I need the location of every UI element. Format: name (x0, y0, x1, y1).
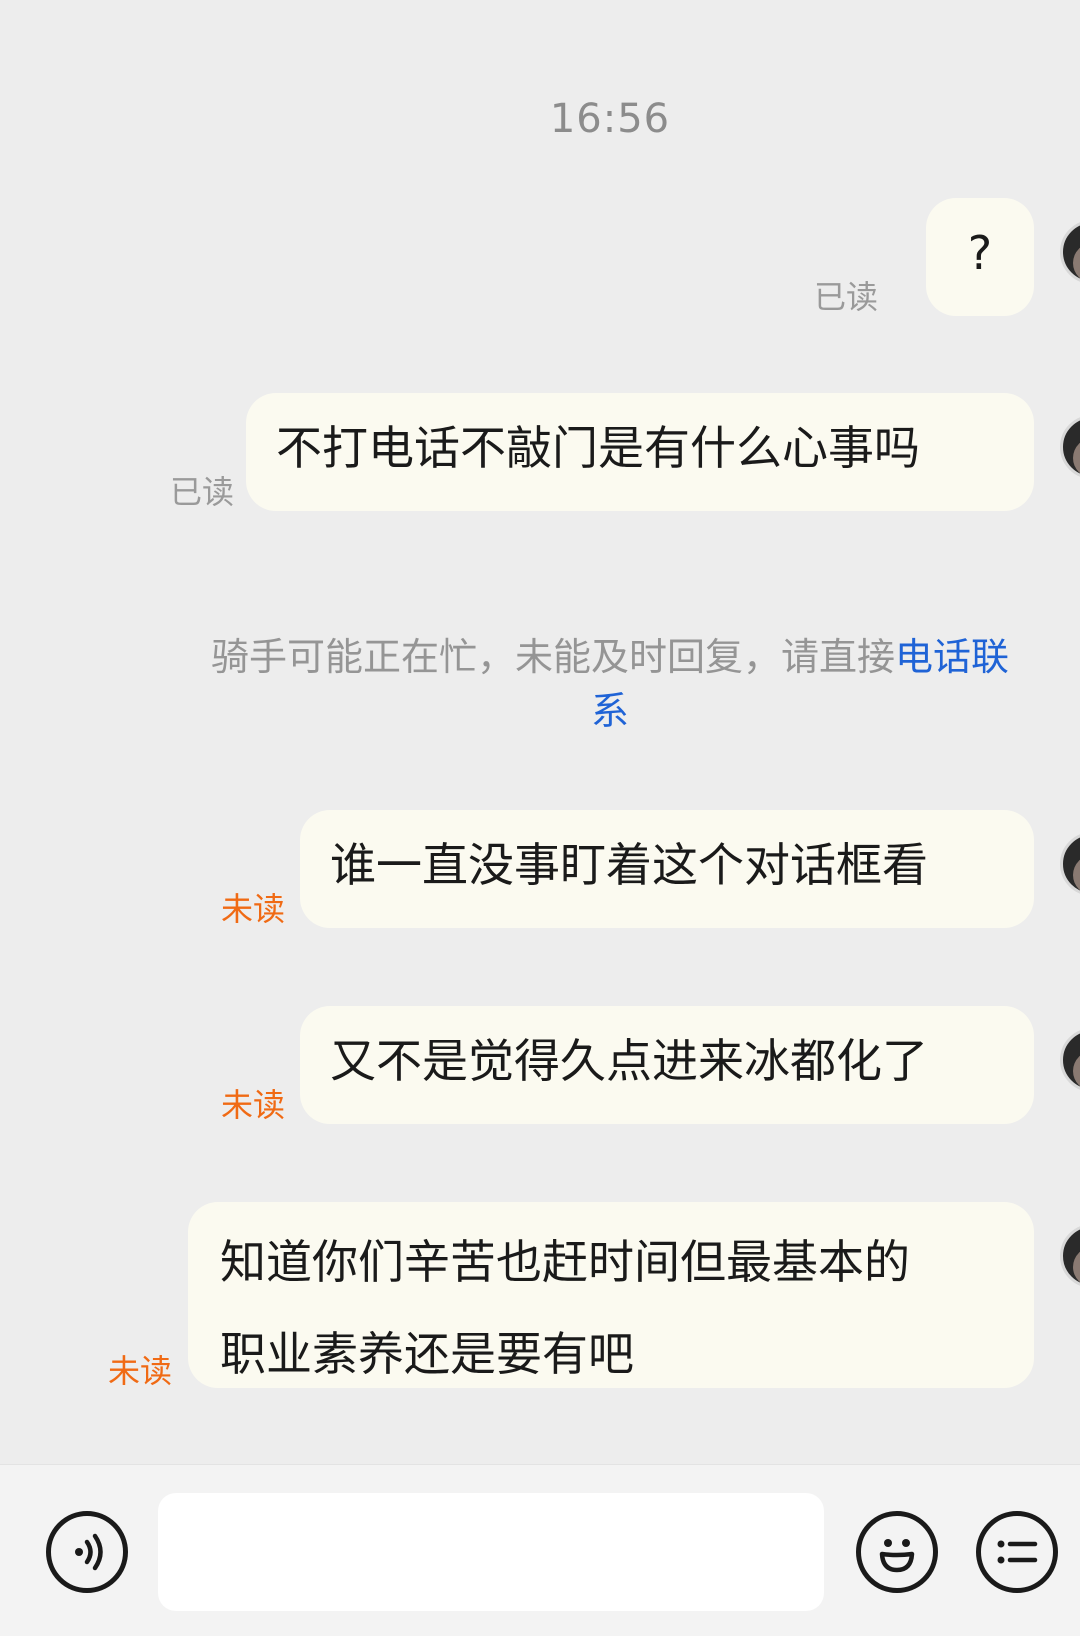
message-row: 未读 知道你们辛苦也赶时间但最基本的 职业素养还是要有吧 (0, 1202, 1080, 1390)
avatar[interactable] (1060, 1028, 1080, 1092)
message-text: 又不是觉得久点进来冰都化了 (330, 1034, 928, 1088)
message-bubble[interactable]: 谁一直没事盯着这个对话框看 (300, 810, 1034, 928)
timestamp: 16:56 (549, 96, 671, 142)
avatar[interactable] (1060, 220, 1080, 284)
voice-icon (75, 1533, 103, 1571)
phone-contact-link-wrap[interactable]: 系 (591, 689, 629, 733)
message-input[interactable] (158, 1493, 824, 1611)
chat-area[interactable]: 16:56 已读 ? 已读 不打电话不敲门是有什么心事吗 骑手可能正在忙，未能及… (0, 0, 1080, 1464)
avatar[interactable] (1060, 832, 1080, 896)
unread-status: 未读 (220, 890, 285, 928)
voice-button[interactable] (46, 1511, 128, 1593)
message-bubble[interactable]: 又不是觉得久点进来冰都化了 (300, 1006, 1034, 1124)
avatar[interactable] (1060, 415, 1080, 479)
more-menu-icon (997, 1540, 1038, 1564)
more-button[interactable] (976, 1511, 1058, 1593)
unread-status: 未读 (220, 1086, 285, 1124)
input-bar (0, 1464, 1080, 1636)
unread-status: 未读 (107, 1352, 172, 1390)
message-bubble[interactable]: 知道你们辛苦也赶时间但最基本的 职业素养还是要有吧 (188, 1202, 1034, 1388)
message-row: 已读 不打电话不敲门是有什么心事吗 (0, 393, 1080, 511)
emoji-button[interactable] (856, 1511, 938, 1593)
notice-text: 骑手可能正在忙，未能及时回复，请直接 (210, 635, 895, 679)
message-text: 不打电话不敲门是有什么心事吗 (276, 421, 920, 475)
read-status: 已读 (813, 278, 878, 316)
message-bubble[interactable]: 不打电话不敲门是有什么心事吗 (246, 393, 1034, 511)
message-row: 未读 又不是觉得久点进来冰都化了 (0, 1006, 1080, 1124)
message-text: ? (967, 226, 993, 280)
message-text: 谁一直没事盯着这个对话框看 (330, 838, 928, 892)
message-row: 已读 ? (0, 198, 1080, 316)
message-text-line: 知道你们辛苦也赶时间但最基本的 (220, 1235, 910, 1289)
phone-contact-link[interactable]: 电话联 (895, 635, 1009, 679)
emoji-icon (879, 1539, 915, 1573)
avatar[interactable] (1060, 1224, 1080, 1288)
message-text-line: 职业素养还是要有吧 (220, 1327, 634, 1381)
message-row: 未读 谁一直没事盯着这个对话框看 (0, 810, 1080, 928)
message-bubble[interactable]: ? (926, 198, 1034, 316)
system-notice: 骑手可能正在忙，未能及时回复，请直接电话联 系 (150, 630, 1070, 738)
read-status: 已读 (169, 473, 234, 511)
